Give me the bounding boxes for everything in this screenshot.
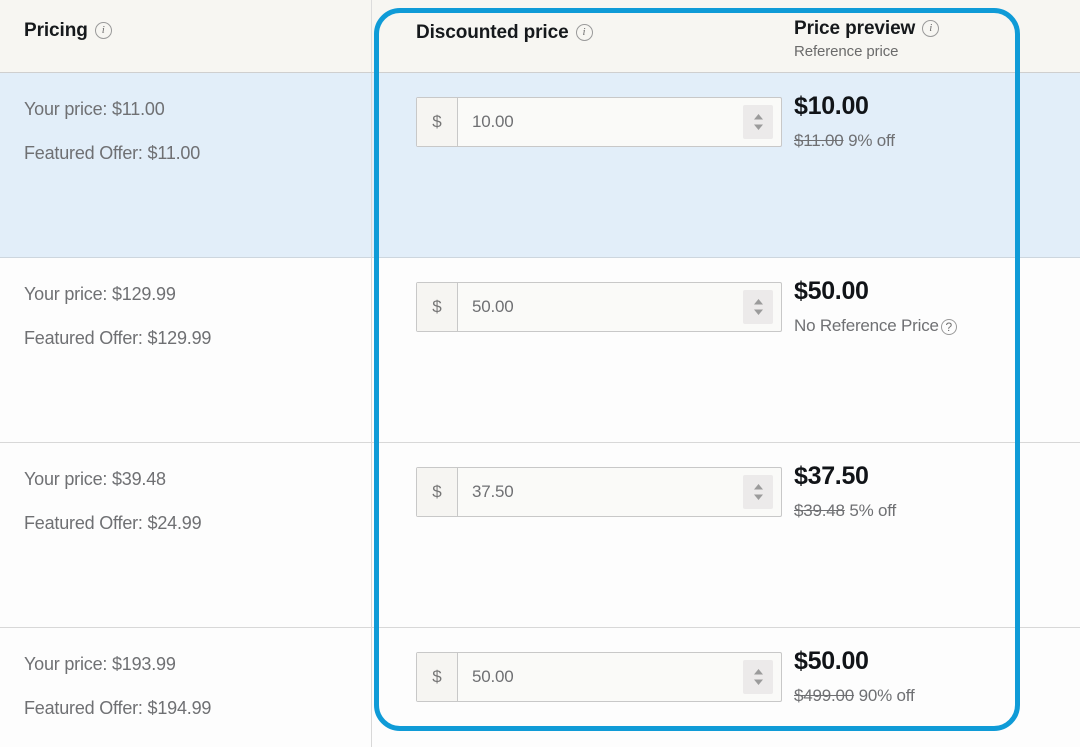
price-preview-column-title: Price preview [794, 18, 916, 39]
discount-percent-text: 5% off [849, 500, 897, 520]
no-reference-price-text: No Reference Price [794, 315, 939, 335]
discounted-price-input-group[interactable]: $ [416, 282, 782, 332]
currency-symbol: $ [417, 98, 458, 146]
info-icon[interactable]: i [922, 19, 940, 37]
discount-percent-text: 9% off [848, 130, 895, 150]
your-price-line: Your price: $11.00 [24, 99, 165, 119]
preview-price: $37.50 [794, 462, 869, 490]
table-header-row: Pricing i Discounted price i Price preview… [0, 0, 1080, 73]
discount-percent-text: 90% off [858, 685, 915, 705]
info-icon[interactable]: i [575, 23, 593, 41]
no-reference-price-line: No Reference Price? [794, 316, 1080, 336]
your-price-line: Your price: $193.99 [24, 654, 176, 674]
cell-price-preview: $50.00 $499.00 90% off [760, 628, 1080, 747]
preview-price: $50.00 [794, 277, 869, 305]
cell-discounted-price: $ [372, 258, 782, 442]
discounted-price-input[interactable] [458, 468, 743, 516]
price-preview-column-subtitle: Reference price [794, 43, 899, 60]
info-icon[interactable]: i [94, 21, 112, 39]
preview-price: $50.00 [794, 647, 869, 675]
your-price-line: Your price: $39.48 [24, 469, 166, 489]
your-price-line: Your price: $129.99 [24, 284, 176, 304]
table-row: Your price: $129.99 Featured Offer: $129.… [0, 258, 1080, 443]
discounted-price-input[interactable] [458, 653, 743, 701]
cell-price-preview: $50.00 No Reference Price? [760, 258, 1080, 442]
discounted-price-input-group[interactable]: $ [416, 467, 782, 517]
featured-offer-line: Featured Offer: $24.99 [24, 513, 202, 533]
discounted-price-column-title: Discounted price [416, 22, 569, 43]
pricing-table-page: Pricing i Discounted price i Price preview… [0, 0, 1080, 747]
discounted-price-input[interactable] [458, 283, 743, 331]
header-cell-discounted-price: Discounted price i [372, 0, 760, 72]
discounted-price-input-group[interactable]: $ [416, 652, 782, 702]
featured-offer-line: Featured Offer: $194.99 [24, 698, 212, 718]
table-row: Your price: $11.00 Featured Offer: $11.00… [0, 73, 1080, 258]
currency-symbol: $ [417, 653, 458, 701]
table-row: Your price: $193.99 Featured Offer: $194.… [0, 628, 1080, 747]
cell-discounted-price: $ [372, 73, 782, 257]
cell-pricing: Your price: $39.48 Featured Offer: $24.99 [0, 443, 372, 627]
pricing-column-title: Pricing [24, 20, 88, 41]
cell-pricing: Your price: $193.99 Featured Offer: $194.… [0, 628, 372, 747]
currency-symbol: $ [417, 283, 458, 331]
reference-price-value: $11.00 [794, 130, 844, 150]
cell-pricing: Your price: $129.99 Featured Offer: $129.… [0, 258, 372, 442]
reference-price-line: $499.00 90% off [794, 686, 1080, 706]
pricing-table: Pricing i Discounted price i Price preview… [0, 0, 1080, 747]
header-cell-price-preview: Price preview i Reference price [760, 0, 1080, 72]
reference-price-line: $11.00 9% off [794, 131, 1080, 151]
table-row: Your price: $39.48 Featured Offer: $24.99… [0, 443, 1080, 628]
reference-price-line: $39.48 5% off [794, 501, 1080, 521]
cell-price-preview: $10.00 $11.00 9% off [760, 73, 1080, 257]
cell-pricing: Your price: $11.00 Featured Offer: $11.00 [0, 73, 372, 257]
cell-discounted-price: $ [372, 443, 782, 627]
discounted-price-input-group[interactable]: $ [416, 97, 782, 147]
featured-offer-line: Featured Offer: $11.00 [24, 143, 201, 163]
cell-discounted-price: $ [372, 628, 782, 747]
preview-price: $10.00 [794, 92, 869, 120]
featured-offer-line: Featured Offer: $129.99 [24, 328, 212, 348]
help-icon[interactable]: ? [940, 319, 957, 336]
cell-price-preview: $37.50 $39.48 5% off [760, 443, 1080, 627]
reference-price-value: $499.00 [794, 685, 855, 705]
currency-symbol: $ [417, 468, 458, 516]
header-cell-pricing: Pricing i [0, 0, 372, 72]
reference-price-value: $39.48 [794, 500, 845, 520]
discounted-price-input[interactable] [458, 98, 743, 146]
